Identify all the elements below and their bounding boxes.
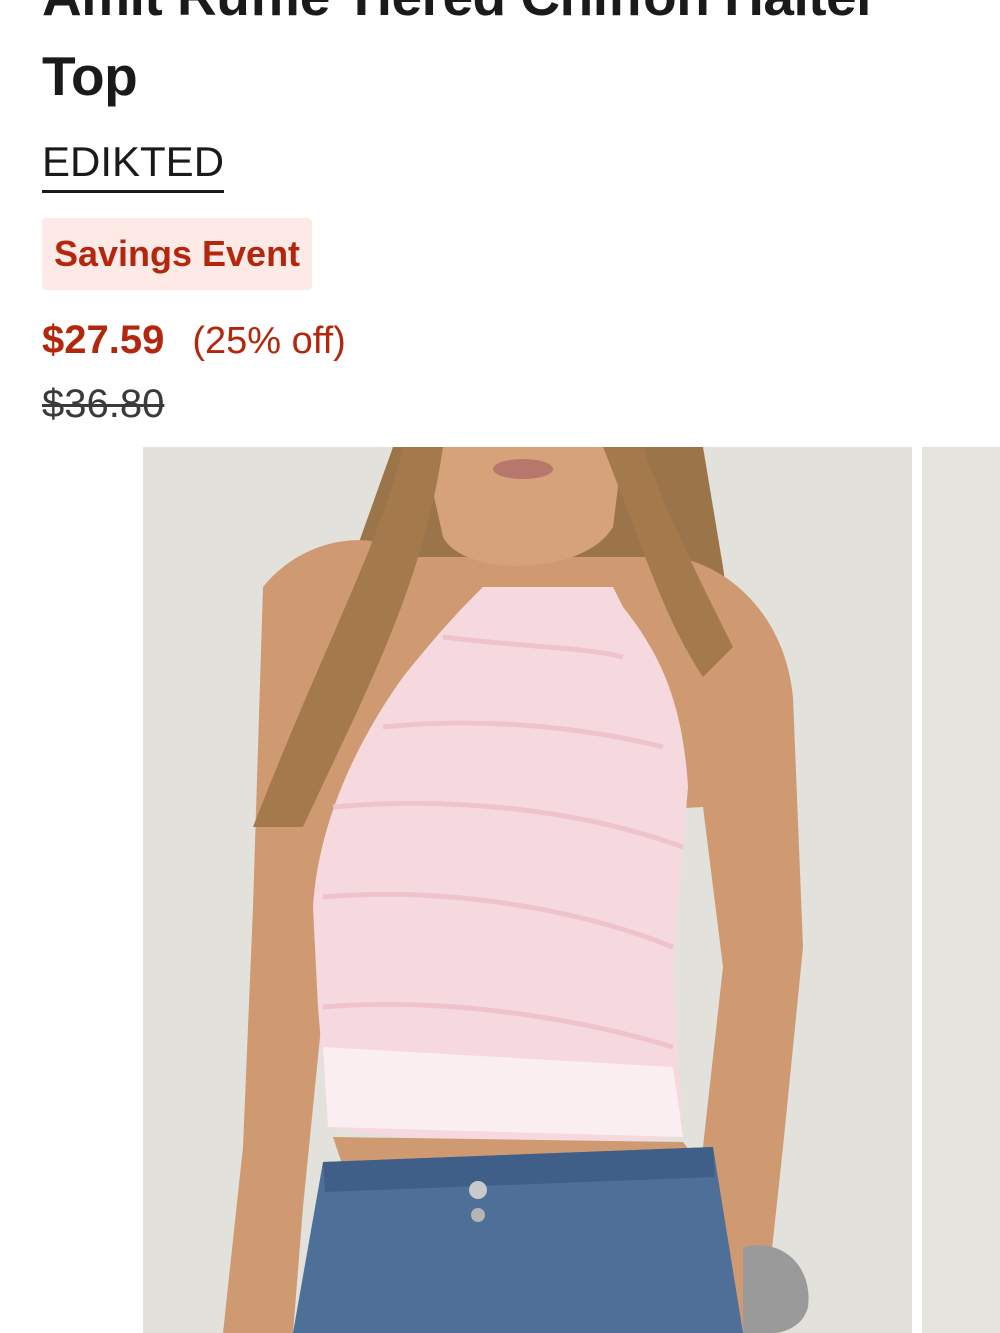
product-title-block: Amit Ruffle Tiered Chiffon Halter Top (42, 0, 982, 116)
product-title: Amit Ruffle Tiered Chiffon Halter Top (42, 0, 878, 107)
product-image[interactable] (143, 447, 912, 1333)
original-price: $36.80 (42, 382, 165, 426)
savings-event-badge: Savings Event (42, 218, 312, 290)
price-row: $27.59 (25% off) (42, 318, 346, 363)
product-page: Amit Ruffle Tiered Chiffon Halter Top ED… (0, 0, 1000, 1333)
savings-event-label: Savings Event (53, 233, 301, 274)
next-image-peek[interactable] (922, 447, 1000, 1333)
image-gallery[interactable] (0, 447, 1000, 1333)
brand-link[interactable]: EDIKTED (42, 136, 225, 193)
product-photo (143, 447, 912, 1333)
sale-price: $27.59 (42, 318, 165, 362)
discount-percent: (25% off) (192, 320, 346, 362)
